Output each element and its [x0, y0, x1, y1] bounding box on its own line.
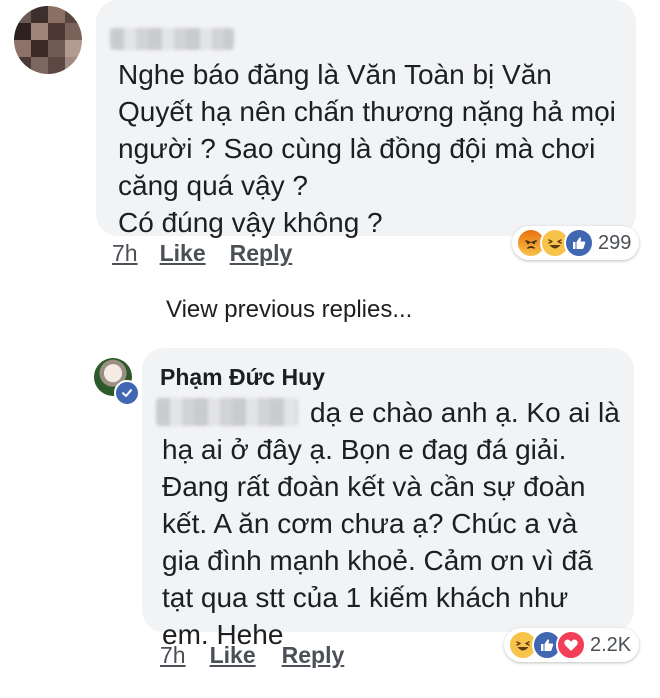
comment-actions: 7h Like Reply — [112, 240, 292, 267]
comment-timestamp[interactable]: 7h — [112, 240, 138, 267]
comment-like-link[interactable]: Like — [160, 240, 206, 267]
reply-reply-link[interactable]: Reply — [282, 642, 345, 669]
reply-author-name[interactable]: Phạm Đức Huy — [160, 364, 325, 391]
commenter-avatar[interactable] — [14, 6, 82, 74]
comment-reaction-count: 299 — [598, 231, 632, 254]
blurred-commenter-name[interactable] — [110, 28, 234, 50]
reply-reaction-count: 2.2K — [590, 633, 632, 656]
like-icon — [564, 228, 594, 258]
reply-reactions[interactable]: 2.2K — [504, 628, 640, 662]
comment-text: Nghe báo đăng là Văn Toàn bị Văn Quyết h… — [118, 59, 616, 238]
reply-like-link[interactable]: Like — [210, 642, 256, 669]
comment-reply-link[interactable]: Reply — [230, 240, 293, 267]
reply-actions: 7h Like Reply — [160, 642, 344, 669]
love-icon — [556, 630, 586, 660]
reply-text: dạ e chào anh ạ. Ko ai là hạ ai ở đây ạ.… — [162, 397, 620, 650]
reply-timestamp[interactable]: 7h — [160, 642, 186, 669]
verified-badge-icon — [114, 380, 140, 406]
comment-reactions[interactable]: 299 — [512, 226, 640, 260]
view-previous-replies-link[interactable]: View previous replies... — [166, 296, 412, 324]
